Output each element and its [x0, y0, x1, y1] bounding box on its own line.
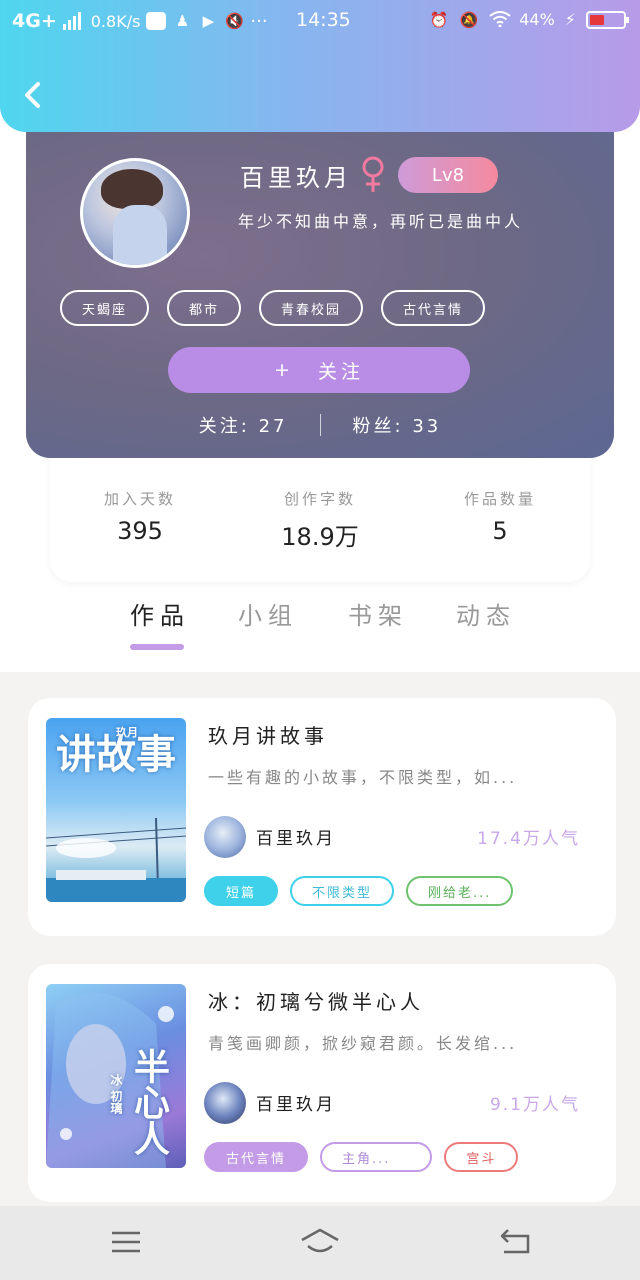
work-tag[interactable]: 不限类型	[290, 876, 395, 906]
tab-works[interactable]: 作品	[130, 596, 190, 631]
user-bio: 年少不知曲中意，再听已是曲中人	[238, 212, 524, 231]
avatar[interactable]	[80, 158, 190, 268]
following-count: 27	[258, 416, 288, 437]
network-speed: 0.8K/s	[90, 11, 141, 31]
work-tag[interactable]: 刚给老...	[406, 876, 514, 906]
wifi-icon	[489, 10, 511, 29]
author-avatar[interactable]	[204, 816, 246, 858]
divider	[319, 414, 321, 436]
stat-days: 加入天数 395	[65, 488, 215, 582]
work-card[interactable]: 半心人 冰 初璃 冰：初璃兮微半心人 青笺画卿颜，掀纱窥君颜。长发绾... 百里…	[28, 964, 616, 1202]
female-icon	[362, 156, 384, 192]
status-bar: 4G+ 0.8K/s ♟ ▶ 🔇 ··· 14:35 ⏰ 🔕 44% ⚡	[0, 0, 640, 44]
cover-subtitle: 冰 初璃	[109, 1074, 123, 1115]
tab-bookshelf[interactable]: 书架	[348, 596, 408, 631]
profile-card: 百里玖月 Lv8 年少不知曲中意，再听已是曲中人 天蝎座 都市 青春校园 古代言…	[26, 120, 614, 458]
stat-value: 395	[117, 517, 163, 545]
cover-art	[46, 818, 186, 902]
fans-count: 33	[412, 416, 442, 437]
plus-icon: +	[274, 359, 294, 381]
video-icon: ▶	[202, 12, 215, 30]
cover-subtitle: 玖月	[116, 726, 138, 739]
follow-label: 关注	[317, 360, 364, 383]
interest-tag[interactable]: 古代言情	[381, 290, 486, 326]
level-badge: Lv8	[398, 157, 498, 193]
battery-icon	[586, 10, 629, 29]
following-label: 关注:	[198, 416, 250, 437]
user-name: 百里玖月	[240, 163, 352, 192]
work-title[interactable]: 冰：初璃兮微半心人	[208, 986, 424, 1015]
popularity-count: 17.4万人气	[477, 829, 580, 849]
more-notifications: ···	[250, 10, 268, 32]
tab-activity[interactable]: 动态	[456, 596, 516, 631]
chevron-left-icon[interactable]	[18, 78, 48, 112]
work-description: 青笺画卿颜，掀纱窥君颜。长发绾...	[208, 1034, 518, 1053]
menu-icon[interactable]	[106, 1224, 146, 1260]
stats-card: 加入天数 395 创作字数 18.9万 作品数量 5	[50, 452, 590, 582]
work-card[interactable]: 讲故事 玖月 玖月讲故事 一些有趣的小故事，不限类型，如... 百里玖月 17.…	[28, 698, 616, 936]
work-cover[interactable]: 半心人 冰 初璃	[46, 984, 186, 1168]
do-not-disturb-icon: 🔕	[459, 10, 479, 29]
charging-icon: ⚡	[564, 10, 576, 29]
work-tags: 古代言情 主角... 宫斗	[204, 1142, 519, 1172]
author-avatar[interactable]	[204, 1082, 246, 1124]
notification-app-icon	[146, 12, 167, 30]
interest-tags: 天蝎座 都市 青春校园 古代言情	[60, 290, 486, 326]
interest-tag[interactable]: 天蝎座	[60, 290, 150, 326]
qq-icon: ♟	[175, 12, 190, 30]
following-link[interactable]: 关注: 27	[199, 412, 288, 438]
popularity-count: 9.1万人气	[489, 1095, 580, 1115]
signal-icon	[62, 12, 81, 30]
header: 4G+ 0.8K/s ♟ ▶ 🔇 ··· 14:35 ⏰ 🔕 44% ⚡	[0, 0, 640, 132]
fans-label: 粉丝:	[352, 416, 404, 437]
work-tag[interactable]: 古代言情	[204, 1142, 309, 1172]
tab-indicator	[130, 644, 184, 650]
follow-stats: 关注: 27 粉丝: 33	[26, 412, 614, 438]
mute-icon: 🔇	[225, 12, 244, 30]
stat-label: 作品数量	[463, 490, 536, 508]
tab-bar: 作品 小组 书架 动态	[0, 596, 640, 656]
author-name[interactable]: 百里玖月	[256, 824, 336, 849]
work-description: 一些有趣的小故事，不限类型，如...	[208, 768, 518, 787]
interest-tag[interactable]: 都市	[167, 290, 242, 326]
tab-groups[interactable]: 小组	[238, 596, 298, 631]
fans-link[interactable]: 粉丝: 33	[353, 412, 442, 438]
work-tag[interactable]: 主角...	[320, 1142, 433, 1172]
work-cover[interactable]: 讲故事 玖月	[46, 718, 186, 902]
stat-label: 加入天数	[103, 490, 176, 508]
battery-percent: 44%	[519, 10, 555, 29]
alarm-icon: ⏰	[429, 10, 449, 29]
clock: 14:35	[296, 9, 351, 31]
stat-label: 创作字数	[283, 490, 356, 508]
interest-tag[interactable]: 青春校园	[259, 290, 364, 326]
home-icon[interactable]	[298, 1224, 342, 1260]
system-nav-bar	[0, 1206, 640, 1280]
stat-value: 5	[492, 517, 508, 545]
network-type: 4G+	[12, 10, 57, 32]
back-icon[interactable]	[496, 1224, 536, 1260]
stat-works: 作品数量 5	[425, 488, 575, 582]
stat-value: 18.9万	[281, 523, 359, 551]
work-tag[interactable]: 宫斗	[444, 1142, 519, 1172]
work-title[interactable]: 玖月讲故事	[208, 720, 328, 749]
stat-words: 创作字数 18.9万	[245, 488, 395, 582]
author-name[interactable]: 百里玖月	[256, 1090, 336, 1115]
follow-button[interactable]: + 关注	[168, 347, 470, 393]
work-tag[interactable]: 短篇	[204, 876, 279, 906]
work-tags: 短篇 不限类型 刚给老...	[204, 876, 514, 906]
cover-title: 半心人	[128, 1048, 169, 1156]
